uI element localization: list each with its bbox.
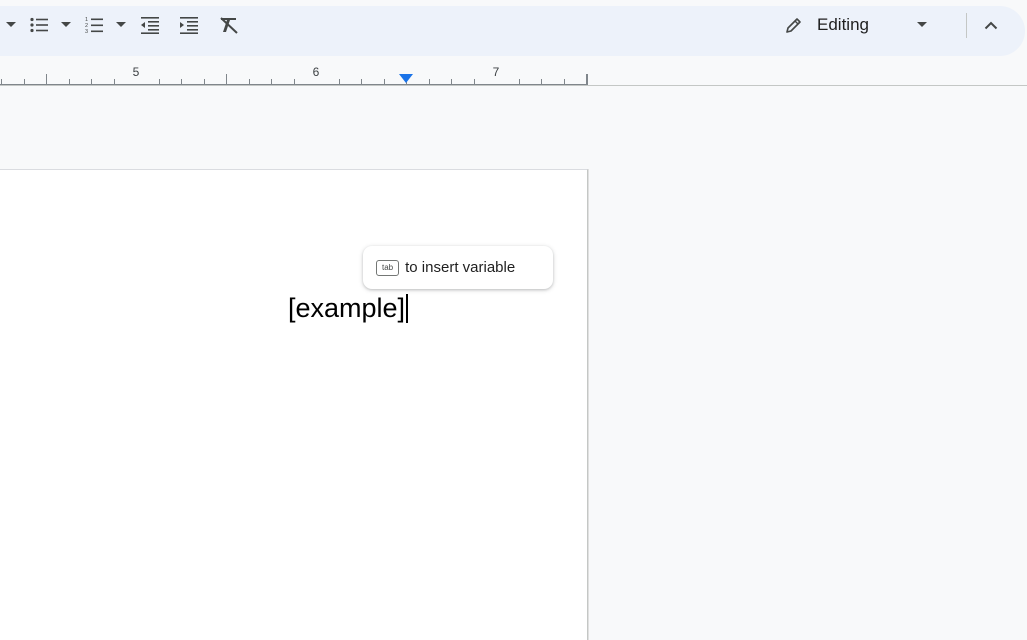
tab-key-hint: tab	[376, 259, 400, 276]
text-cursor	[406, 294, 409, 323]
document-body[interactable]: [example]	[288, 292, 409, 324]
ruler-tick	[339, 79, 340, 84]
right-indent-marker[interactable]	[399, 74, 413, 83]
ruler-tick	[541, 79, 542, 84]
tooltip-text: to insert variable	[405, 259, 516, 276]
document-text: [example]	[288, 293, 406, 323]
ruler-tick	[226, 74, 227, 84]
ruler-tick	[271, 79, 272, 84]
ruler-tick	[1, 79, 2, 84]
bulleted-list-icon	[30, 17, 48, 33]
clear-formatting-button[interactable]	[217, 0, 241, 50]
ruler-tick	[24, 79, 25, 84]
toolbar-divider	[966, 13, 967, 38]
ruler-tick	[474, 79, 475, 84]
horizontal-ruler[interactable]: 5 6 7	[0, 56, 1027, 86]
numbered-list-button[interactable]: 1 2 3	[83, 0, 107, 50]
pencil-icon	[786, 18, 801, 33]
ruler-tick	[519, 79, 520, 84]
ruler-tick	[564, 79, 565, 84]
more-dropdown-button[interactable]	[4, 0, 18, 50]
document-page[interactable]: [example]	[0, 169, 588, 640]
ruler-tick	[361, 79, 362, 84]
editing-mode-dropdown[interactable]: Editing	[778, 0, 948, 50]
bulleted-list-button[interactable]	[28, 0, 52, 50]
collapse-toolbar-button[interactable]	[978, 0, 1004, 50]
ruler-tick	[114, 79, 115, 84]
decrease-indent-icon	[141, 17, 159, 34]
clear-formatting-icon	[220, 17, 238, 34]
increase-indent-button[interactable]	[177, 0, 201, 50]
increase-indent-icon	[180, 17, 198, 34]
ruler-tick	[204, 79, 205, 84]
numbered-list-options-button[interactable]	[114, 0, 128, 50]
ruler-tick	[91, 79, 92, 84]
caret-down-icon	[61, 22, 71, 27]
svg-text:3: 3	[85, 29, 88, 34]
insert-variable-tooltip: tab to insert variable	[363, 246, 553, 289]
caret-down-icon	[6, 22, 16, 27]
ruler-label: 7	[492, 65, 500, 79]
decrease-indent-button[interactable]	[138, 0, 162, 50]
chevron-up-icon	[984, 21, 998, 29]
caret-down-icon	[116, 22, 126, 27]
ruler-tick	[181, 79, 182, 84]
ruler-label: 6	[312, 65, 320, 79]
ruler-tick	[384, 79, 385, 84]
numbered-list-icon: 1 2 3	[85, 17, 103, 34]
ruler-label: 5	[132, 65, 140, 79]
ruler-tick	[69, 79, 70, 84]
ruler-tick	[429, 79, 430, 84]
ruler-tick	[587, 74, 588, 84]
editing-mode-label: Editing	[817, 15, 869, 34]
ruler-tick	[46, 74, 47, 84]
ruler-tick	[249, 79, 250, 84]
ruler-tick	[294, 79, 295, 84]
bulleted-list-options-button[interactable]	[59, 0, 73, 50]
ruler-tick	[159, 79, 160, 84]
ruler-tick	[451, 79, 452, 84]
ruler-border	[0, 85, 1027, 86]
caret-down-icon	[916, 22, 927, 27]
